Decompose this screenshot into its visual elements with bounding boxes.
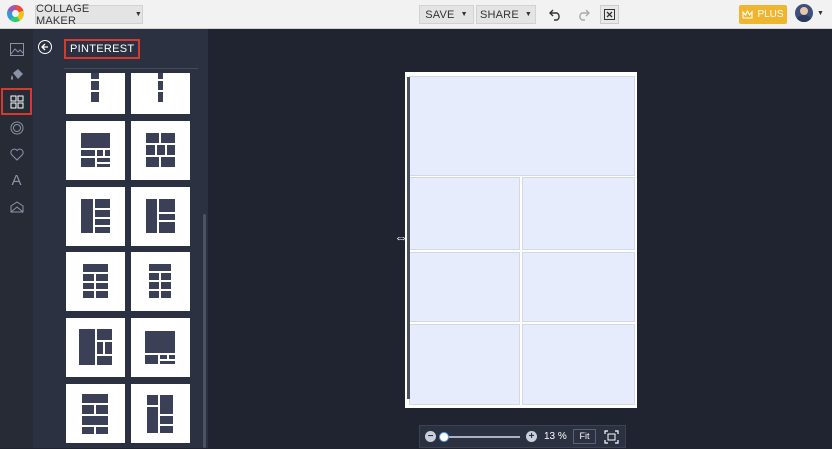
resize-arrows-icon[interactable]: ⇔ [394, 230, 408, 244]
save-button[interactable]: SAVE ▼ [419, 5, 474, 24]
fit-button[interactable]: Fit [573, 429, 596, 444]
collage-cell[interactable] [522, 324, 635, 405]
template-thumbnail[interactable] [66, 384, 125, 443]
app-logo[interactable] [7, 5, 24, 22]
paint-bucket-icon[interactable] [0, 62, 33, 88]
template-thumbnail[interactable] [66, 318, 125, 377]
collage-cell[interactable] [409, 76, 635, 176]
chevron-down-icon: ▼ [460, 11, 468, 18]
template-thumbnail[interactable] [66, 252, 125, 311]
zoom-slider-knob[interactable] [439, 432, 449, 442]
circle-icon[interactable] [0, 115, 33, 141]
back-arrow-icon[interactable] [38, 40, 52, 54]
avatar[interactable] [795, 4, 813, 22]
app-selector-label: COLLAGE MAKER [36, 2, 90, 27]
share-label: SHARE [479, 8, 519, 21]
redo-icon[interactable] [573, 5, 592, 24]
template-thumbnail[interactable] [66, 73, 125, 114]
plus-label: PLUS [757, 9, 784, 20]
zoom-out-icon[interactable]: − [425, 431, 436, 442]
layout-grid-icon[interactable] [1, 88, 32, 115]
plus-upgrade-button[interactable]: PLUS [739, 5, 787, 24]
overlay-icon[interactable] [0, 194, 33, 220]
undo-icon[interactable] [546, 5, 565, 24]
share-button[interactable]: SHARE ▼ [476, 5, 536, 24]
panel-divider [64, 68, 198, 69]
app-selector-dropdown[interactable]: COLLAGE MAKER ▼ [35, 2, 143, 27]
fullscreen-icon[interactable] [604, 430, 619, 444]
zoom-slider-track[interactable] [443, 436, 520, 438]
collage-page [405, 72, 637, 408]
crown-icon [742, 10, 753, 19]
zoom-percentage: 13 % [544, 431, 567, 442]
heart-icon[interactable] [0, 141, 33, 167]
template-thumbnail[interactable] [131, 187, 190, 246]
panel-title: PINTEREST [64, 39, 141, 59]
chevron-down-icon: ▼ [524, 11, 533, 18]
template-thumbnail[interactable] [131, 73, 190, 114]
collage-cell[interactable] [409, 252, 520, 322]
close-icon[interactable] [600, 5, 619, 24]
template-thumbnail[interactable] [66, 187, 125, 246]
save-label: SAVE [425, 8, 455, 21]
image-icon[interactable] [0, 36, 33, 62]
collage-cell[interactable] [522, 252, 635, 322]
zoom-toolbar: − + 13 % Fit [419, 425, 626, 448]
text-icon[interactable]: A [0, 167, 33, 193]
tool-sidebar: A [0, 29, 33, 448]
panel-scrollbar[interactable] [203, 214, 206, 448]
template-thumbnail[interactable] [131, 318, 190, 377]
collage-cell[interactable] [522, 177, 635, 250]
template-thumbnail[interactable] [131, 252, 190, 311]
collage-cell[interactable] [409, 324, 520, 405]
collage-cell[interactable] [409, 177, 520, 250]
zoom-in-icon[interactable]: + [526, 431, 537, 442]
template-thumbnail[interactable] [66, 121, 125, 180]
template-thumbnail[interactable] [131, 384, 190, 443]
chevron-down-icon: ▼ [134, 11, 142, 18]
chevron-down-icon[interactable]: ▼ [817, 10, 824, 17]
top-toolbar: COLLAGE MAKER ▼ SAVE ▼ SHARE ▼ PLUS ▼ [0, 0, 832, 29]
template-thumbnail[interactable] [131, 121, 190, 180]
